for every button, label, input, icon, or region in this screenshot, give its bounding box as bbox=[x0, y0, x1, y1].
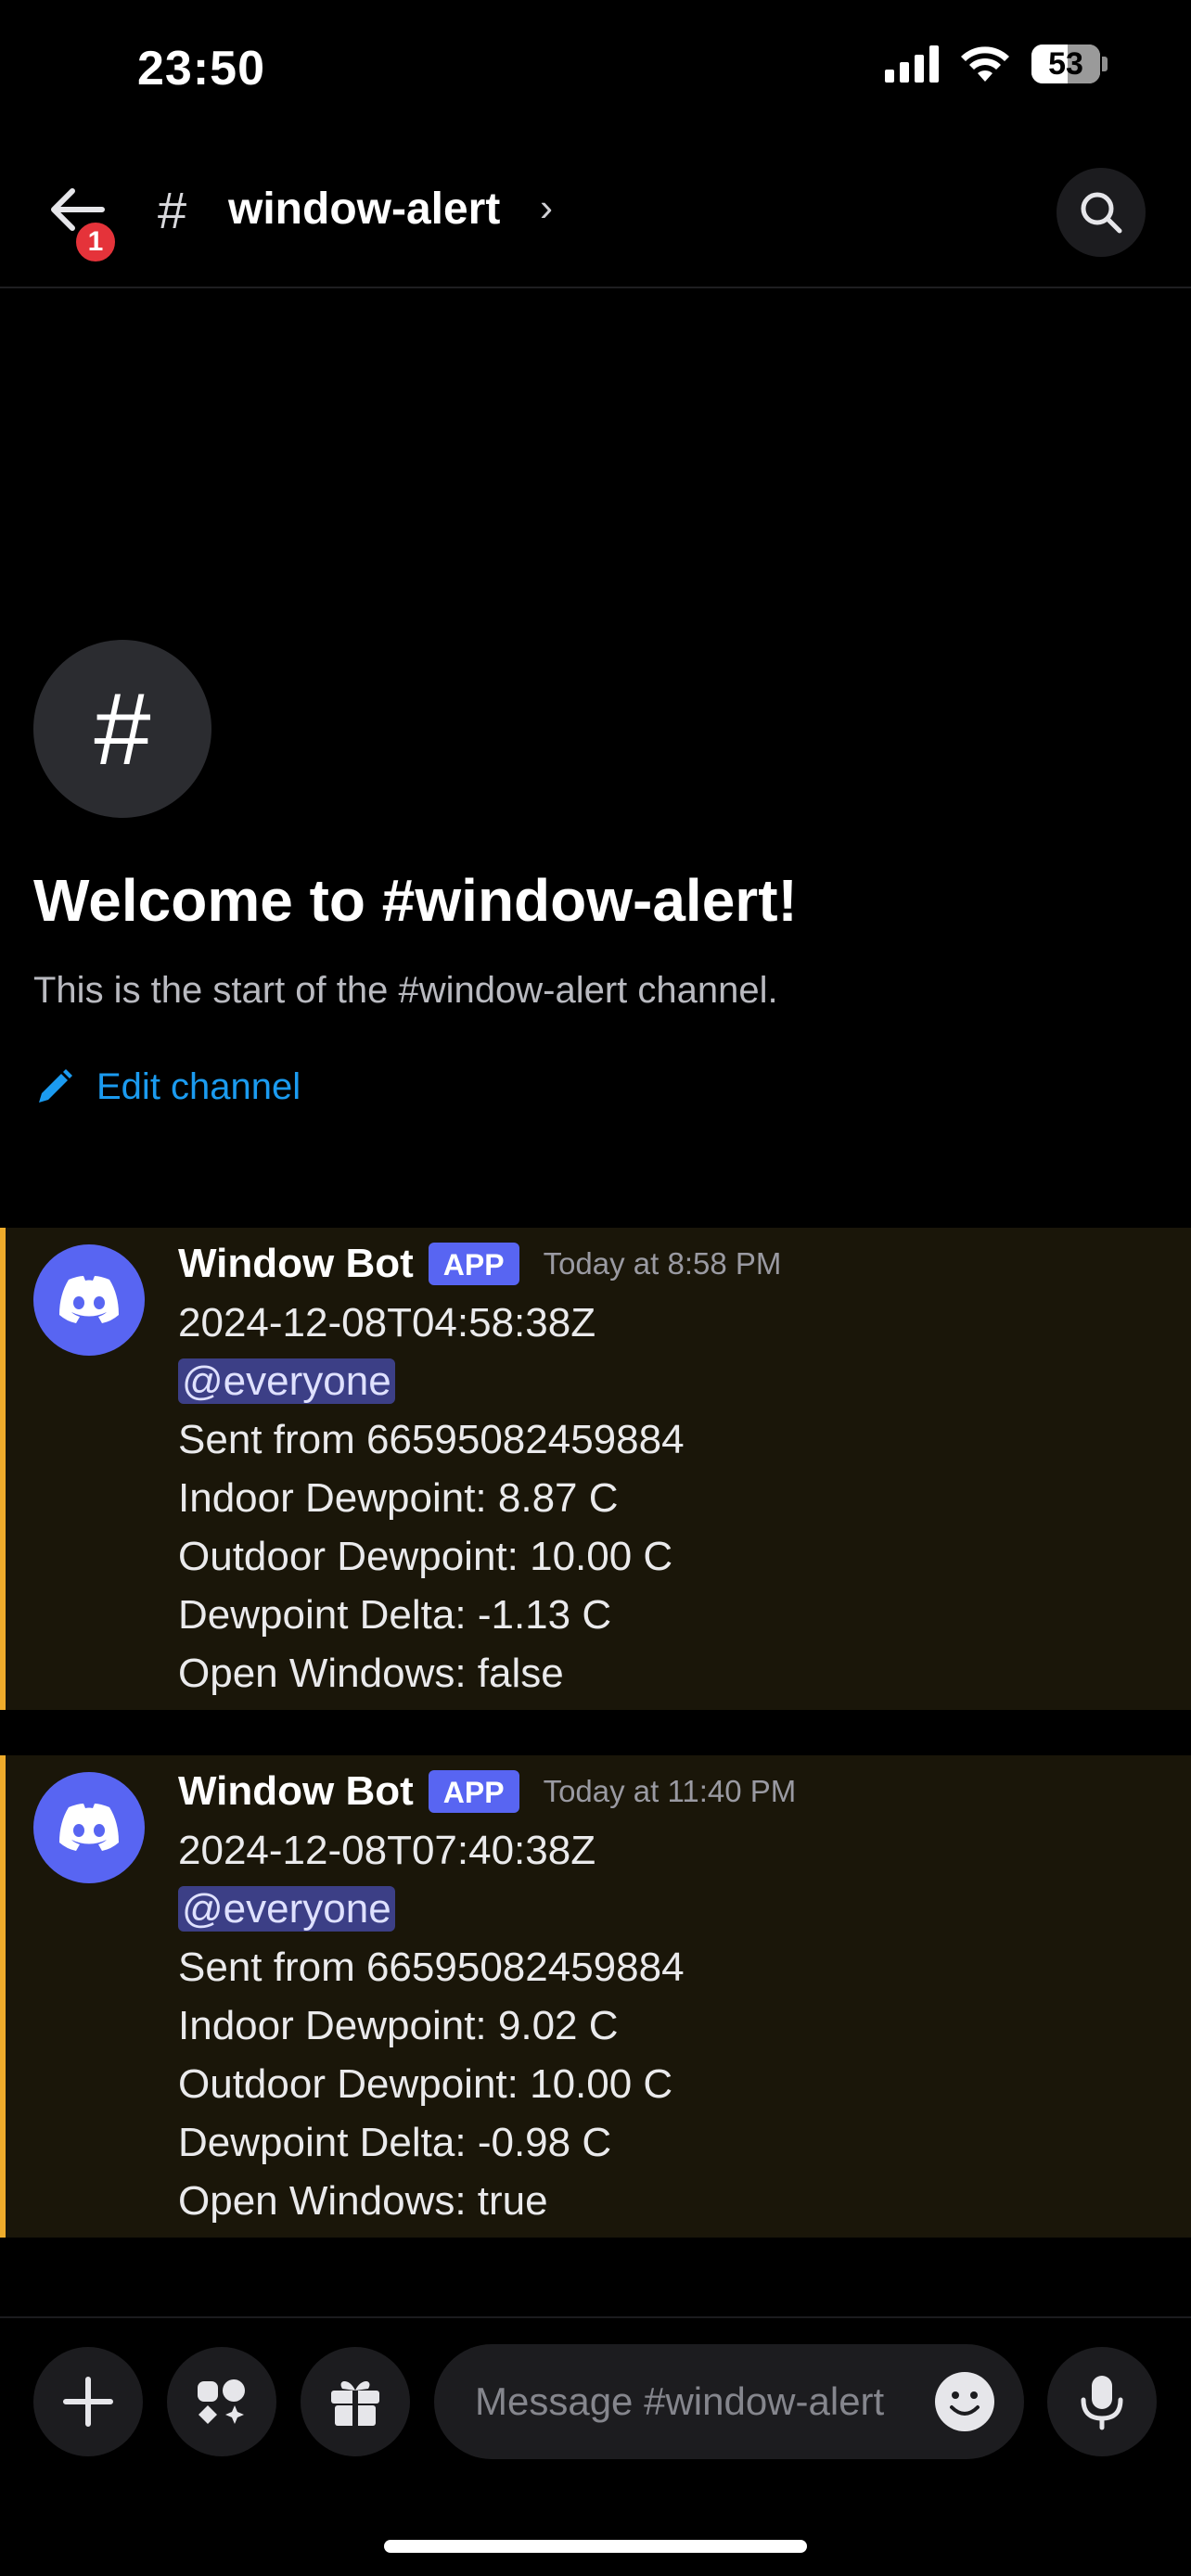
author-name[interactable]: Window Bot bbox=[178, 1241, 414, 1287]
message-line: Dewpoint Delta: -0.98 C bbox=[178, 2120, 612, 2165]
app-tag: APP bbox=[428, 1243, 519, 1285]
gift-button[interactable] bbox=[301, 2347, 410, 2456]
composer-divider bbox=[0, 2316, 1191, 2318]
voice-message-button[interactable] bbox=[1047, 2347, 1157, 2456]
message-item[interactable]: Window Bot APP Today at 8:58 PM 2024-12-… bbox=[0, 1228, 1191, 1710]
add-attachment-button[interactable] bbox=[33, 2347, 143, 2456]
message-mention[interactable]: @everyone bbox=[178, 1358, 395, 1405]
microphone-icon bbox=[1081, 2376, 1123, 2430]
status-time: 23:50 bbox=[137, 42, 265, 96]
edit-channel-button[interactable]: Edit channel bbox=[33, 1066, 301, 1108]
message-line: Sent from 66595082459884 bbox=[178, 1417, 685, 1462]
message-item[interactable]: Window Bot APP Today at 11:40 PM 2024-12… bbox=[0, 1755, 1191, 2238]
everyone-mention[interactable]: @everyone bbox=[178, 1886, 395, 1932]
message-line: Outdoor Dewpoint: 10.00 C bbox=[178, 1534, 673, 1579]
message-line: Open Windows: true bbox=[178, 2178, 548, 2224]
welcome-subtitle: This is the start of the #window-alert c… bbox=[33, 970, 778, 1011]
apps-button[interactable] bbox=[167, 2347, 276, 2456]
message-timestamp: Today at 8:58 PM bbox=[543, 1246, 782, 1281]
message-mention[interactable]: @everyone bbox=[178, 1886, 395, 1932]
message-line: Open Windows: false bbox=[178, 1651, 564, 1696]
message-line: Outdoor Dewpoint: 10.00 C bbox=[178, 2061, 673, 2107]
app-tag: APP bbox=[428, 1770, 519, 1813]
message-header: Window Bot APP Today at 8:58 PM bbox=[178, 1241, 781, 1287]
unread-badge: 1 bbox=[72, 219, 119, 265]
bot-avatar[interactable] bbox=[33, 1244, 145, 1356]
channel-hash-avatar: # bbox=[33, 640, 211, 818]
home-indicator[interactable] bbox=[384, 2540, 807, 2553]
bot-avatar[interactable] bbox=[33, 1772, 145, 1883]
everyone-mention[interactable]: @everyone bbox=[178, 1358, 395, 1404]
message-line: 2024-12-08T07:40:38Z bbox=[178, 1828, 596, 1873]
pencil-icon bbox=[39, 1068, 72, 1103]
message-line: Sent from 66595082459884 bbox=[178, 1945, 685, 1990]
search-button[interactable] bbox=[1057, 168, 1146, 257]
apps-icon bbox=[198, 2379, 245, 2424]
message-line: Dewpoint Delta: -1.13 C bbox=[178, 1592, 612, 1638]
gift-icon bbox=[331, 2381, 379, 2426]
edit-channel-label: Edit channel bbox=[96, 1066, 301, 1107]
cellular-signal-icon bbox=[885, 45, 939, 83]
battery-icon: 53 bbox=[1031, 45, 1108, 83]
discord-logo-icon bbox=[59, 1276, 119, 1323]
author-name[interactable]: Window Bot bbox=[178, 1768, 414, 1815]
message-line: Indoor Dewpoint: 8.87 C bbox=[178, 1475, 619, 1521]
battery-percent: 53 bbox=[1048, 45, 1083, 82]
message-line: 2024-12-08T04:58:38Z bbox=[178, 1300, 596, 1345]
channel-title[interactable]: window-alert bbox=[228, 184, 500, 235]
welcome-title: Welcome to #window-alert! bbox=[33, 867, 798, 934]
status-icons: 53 bbox=[885, 45, 1108, 83]
header-divider bbox=[0, 287, 1191, 288]
channel-hash-icon: # bbox=[158, 181, 187, 239]
wifi-icon bbox=[961, 46, 1009, 82]
message-timestamp: Today at 11:40 PM bbox=[543, 1774, 797, 1808]
message-input-field[interactable] bbox=[434, 2344, 1024, 2459]
plus-icon bbox=[63, 2377, 113, 2427]
search-icon bbox=[1081, 192, 1122, 234]
message-input[interactable] bbox=[473, 2378, 913, 2425]
message-line: Indoor Dewpoint: 9.02 C bbox=[178, 2003, 619, 2048]
message-header: Window Bot APP Today at 11:40 PM bbox=[178, 1768, 796, 1815]
discord-logo-icon bbox=[59, 1804, 119, 1851]
emoji-icon[interactable] bbox=[933, 2370, 996, 2433]
chevron-right-icon[interactable]: › bbox=[540, 185, 553, 230]
